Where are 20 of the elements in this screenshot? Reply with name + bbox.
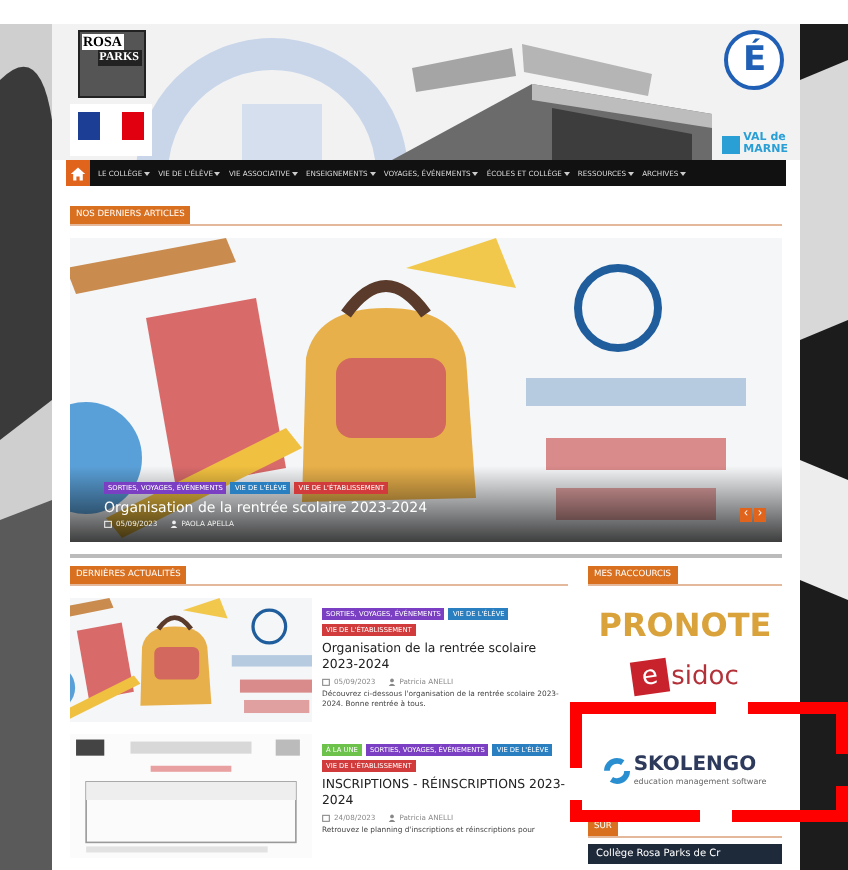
- user-icon: [387, 814, 396, 822]
- caret-icon: [472, 171, 479, 175]
- home-icon: [70, 165, 86, 181]
- caret-icon: [680, 171, 687, 175]
- caret-icon: [369, 171, 376, 175]
- user-icon: [387, 678, 396, 686]
- skolengo-link[interactable]: SKOLENGO: [633, 754, 767, 776]
- ring-icon: [603, 757, 630, 783]
- esidoc-logo-mark[interactable]: e: [629, 657, 670, 697]
- calendar-icon: [322, 678, 330, 686]
- caret-icon: [144, 171, 151, 175]
- user-icon: [169, 520, 178, 528]
- calendar-icon: [322, 814, 330, 822]
- caret-icon: [214, 171, 221, 175]
- calendar-icon: [104, 520, 112, 528]
- caret-icon: [291, 171, 298, 175]
- home-button[interactable]: [66, 160, 90, 186]
- caret-icon: [563, 171, 570, 175]
- caret-icon: [628, 171, 635, 175]
- esidoc-link[interactable]: sidoc: [671, 662, 739, 692]
